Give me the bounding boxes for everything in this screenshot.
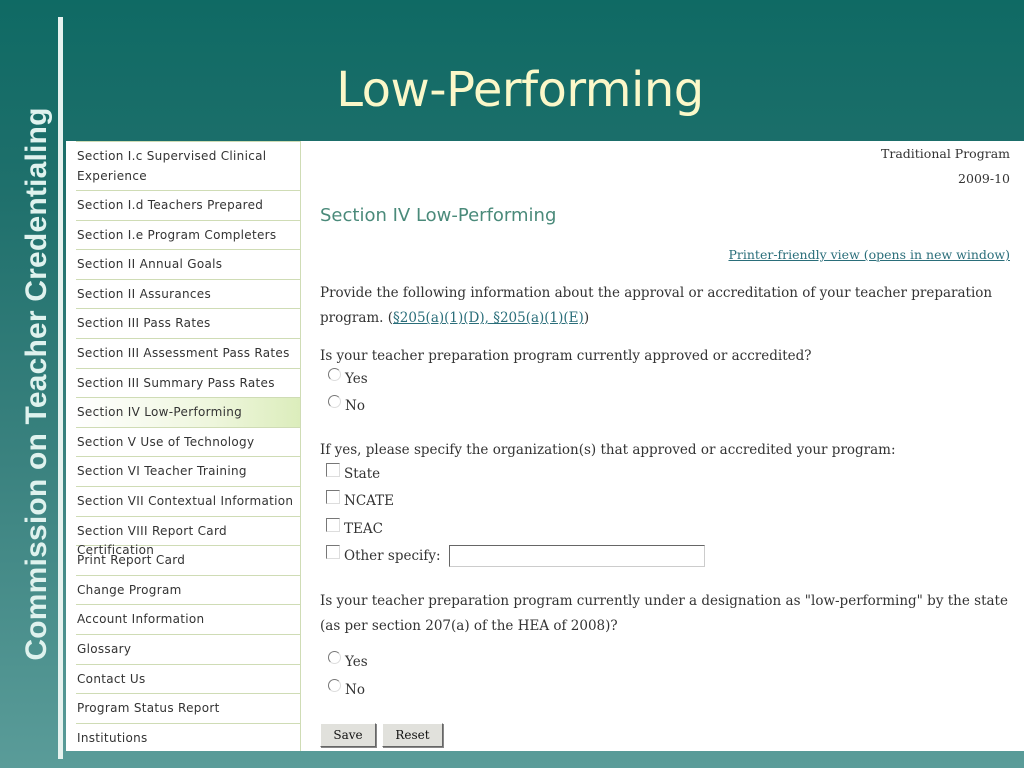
other-label: Other specify: (344, 548, 441, 564)
sidebar-item-contact-us[interactable]: Contact Us (76, 665, 300, 695)
ncate-checkbox[interactable] (326, 490, 340, 504)
sidebar-item-institutions[interactable]: Institutions (76, 724, 300, 751)
q2-option-other: Other specify: (326, 545, 705, 567)
statute-link[interactable]: §205(a)(1)(D), §205(a)(1)(E) (393, 310, 584, 326)
divider (58, 17, 63, 759)
slide-title: Low-Performing (336, 62, 704, 118)
q1-no-label: No (345, 398, 365, 414)
screenshot-panel: Section I.c Supervised Clinical Experien… (66, 141, 1024, 751)
sidebar-item-section-3-assessment[interactable]: Section III Assessment Pass Rates (76, 339, 300, 369)
q3-option-no[interactable]: No (328, 678, 365, 698)
q1-yes-radio[interactable] (328, 367, 341, 381)
q3-label: Is your teacher preparation program curr… (320, 593, 1008, 634)
state-label: State (344, 466, 381, 482)
q2-label: If yes, please specify the organization(… (320, 442, 896, 458)
sidebar-item-account-information[interactable]: Account Information (76, 605, 300, 635)
sidebar-item-print-report-card[interactable]: Print Report Card (76, 546, 300, 576)
teac-checkbox[interactable] (326, 518, 340, 532)
program-type: Traditional Program (881, 146, 1010, 161)
q3-yes-label: Yes (345, 654, 368, 670)
sidebar-item-section-2-assurances[interactable]: Section II Assurances (76, 280, 300, 310)
q2-option-teac[interactable]: TEAC (326, 518, 383, 537)
sidebar-item-section-1d[interactable]: Section I.d Teachers Prepared (76, 191, 300, 221)
sidebar-item-section-3-pass-rates[interactable]: Section III Pass Rates (76, 309, 300, 339)
sidebar-item-program-status-report[interactable]: Program Status Report (76, 694, 300, 724)
sidebar-item-section-7-contextual[interactable]: Section VII Contextual Information (76, 487, 300, 517)
reset-button[interactable]: Reset (382, 723, 443, 747)
sidebar-item-section-4-low-performing[interactable]: Section IV Low-Performing (76, 398, 300, 428)
q2-option-ncate[interactable]: NCATE (326, 490, 395, 509)
sidebar-item-section-6-training[interactable]: Section VI Teacher Training (76, 457, 300, 487)
state-checkbox[interactable] (326, 463, 340, 477)
sidebar-item-section-2-goals[interactable]: Section II Annual Goals (76, 250, 300, 280)
q3-yes-radio[interactable] (328, 650, 341, 664)
q1-option-no[interactable]: No (328, 394, 365, 414)
section-heading: Section IV Low-Performing (320, 205, 557, 226)
program-year: 2009-10 (958, 171, 1010, 186)
other-specify-input[interactable] (448, 545, 705, 567)
q1-no-radio[interactable] (328, 394, 341, 408)
sidebar-item-change-program[interactable]: Change Program (76, 576, 300, 606)
q1-label: Is your teacher preparation program curr… (320, 348, 812, 364)
q3-no-label: No (345, 682, 365, 698)
q1-option-yes[interactable]: Yes (328, 367, 368, 387)
vertical-org-title: Commission on Teacher Credentialing (14, 0, 60, 768)
sidebar-item-section-3-summary[interactable]: Section III Summary Pass Rates (76, 369, 300, 399)
sidebar-item-section-1e[interactable]: Section I.e Program Completers (76, 221, 300, 251)
save-button[interactable]: Save (320, 723, 376, 747)
sidebar-item-section-8-certification[interactable]: Section VIII Report Card Certification (76, 517, 300, 557)
sidebar-item-section-5-technology[interactable]: Section V Use of Technology (76, 428, 300, 458)
main-content: Traditional Program 2009-10 Section IV L… (301, 141, 1024, 751)
ncate-label: NCATE (344, 493, 395, 509)
teac-label: TEAC (344, 521, 383, 537)
q2-option-state[interactable]: State (326, 463, 381, 482)
intro-paragraph: Provide the following information about … (320, 281, 1010, 331)
q3-no-radio[interactable] (328, 678, 341, 692)
sidebar-item-glossary[interactable]: Glossary (76, 635, 300, 665)
q3-option-yes[interactable]: Yes (328, 650, 368, 670)
q1-yes-label: Yes (345, 371, 368, 387)
sidebar-item-section-1c[interactable]: Section I.c Supervised Clinical Experien… (76, 141, 300, 191)
printer-friendly-link[interactable]: Printer-friendly view (opens in new wind… (728, 247, 1010, 262)
other-checkbox[interactable] (326, 545, 340, 559)
org-name: Commission on Teacher Credentialing (20, 107, 53, 661)
sidebar-nav: Section I.c Supervised Clinical Experien… (66, 141, 301, 751)
intro-close: ) (583, 310, 590, 326)
